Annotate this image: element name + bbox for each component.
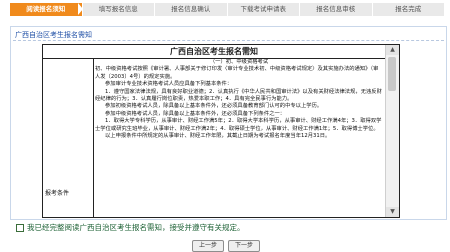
prev-button[interactable]: 上一步 [192,240,224,252]
scroll-thumb[interactable] [388,57,396,91]
agreement-row[interactable]: 我已经完整阅读广西自治区考生报名需知，接受并遵守有关规定。 [16,222,245,233]
divider [13,40,444,41]
document-title: 广西自治区考生报名需知 [170,47,258,56]
scroll-up-icon[interactable]: ▲ [386,45,399,55]
agreement-checkbox[interactable] [16,223,24,232]
step-6: 报名完成 [372,3,445,16]
scroll-down-icon[interactable]: ▼ [386,207,399,217]
notice-panel: 广西自治区考生报名需知 广西自治区考生报名需知 报考条件 （一）初、中级资格考试… [10,26,447,220]
document-paragraph: 1．遵守国家法律法规，具有良好职业道德；2．认真执行《中华人民共和国审计法》以及… [95,88,382,103]
document-paragraph: 以上申报条件中所规定的从事审计、财经工作年限，其截止日期为考试报名年度当年12月… [105,133,331,140]
label-column: 报考条件 [43,58,94,217]
section-title: 广西自治区考生报名需知 [15,31,92,39]
document-content: （一）初、中级资格考试 初、中级资格考试按照《审计署、人事部关于修订印发〈审计专业… [95,59,383,217]
document-paragraph: 1．取得大学专科学历，从事审计、财经工作满5年；2．取得大学本科学历，从事审计、… [95,118,382,132]
step-5: 报名信息审核 [300,3,373,16]
document-paragraph: 参加初级资格考试人员，除具备以上基本条件外，还必须具备教育部门认可的中专以上学历… [105,103,323,110]
step-2: 填写报名信息 [82,3,155,16]
next-button[interactable]: 下一步 [228,240,260,252]
step-3: 报名信息确认 [155,3,228,16]
progress-steps: 阅读报名须知 填写报名信息 报名信息确认 下载考试申请表 报名信息审核 报名完成 [10,3,445,16]
document-scrollbar[interactable]: ▲ ▼ [385,45,399,217]
document-paragraph: 初、中级资格考试按照《审计署、人事部关于修订印发〈审计专业技术初、中级资格考试规… [95,66,379,80]
document-paragraph: 参加审计专业技术资格考试人员应具备下列基本条件： [105,81,233,88]
requirements-label: 报考条件 [45,190,70,197]
notice-document[interactable]: 广西自治区考生报名需知 报考条件 （一）初、中级资格考试 初、中级资格考试按照《审… [42,44,400,218]
step-4: 下载考试申请表 [227,3,300,16]
agreement-text: 我已经完整阅读广西自治区考生报名需知，接受并遵守有关规定。 [27,223,245,232]
step-1: 阅读报名须知 [10,3,83,16]
